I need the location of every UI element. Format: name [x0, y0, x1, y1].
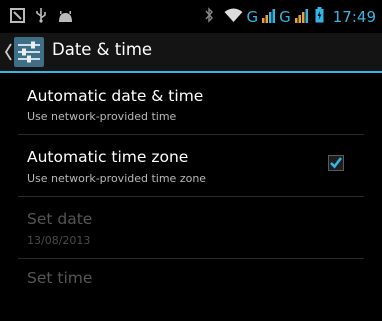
network-type-label: G [279, 7, 291, 26]
setting-set-time: Set time [0, 259, 382, 321]
setting-summary: 13/08/2013 [27, 234, 91, 247]
automatic-time-zone-checkbox[interactable] [328, 155, 344, 171]
settings-sliders-icon[interactable] [13, 36, 45, 68]
status-bar-time: 17:49 [332, 8, 376, 26]
setting-summary: Use network-provided time [27, 110, 177, 123]
setting-title: Set time [27, 269, 93, 287]
setting-automatic-date-time[interactable]: Automatic date & time Use network-provid… [0, 73, 382, 135]
usb-icon [35, 7, 47, 27]
network-type-label: G [246, 7, 259, 26]
status-bar-system-icons: G G 17:49 [204, 5, 376, 29]
bluetooth-icon [204, 7, 214, 27]
signal-icon [262, 8, 276, 27]
battery-icon [315, 7, 324, 27]
setting-title: Set date [27, 210, 93, 228]
setting-title: Automatic time zone [27, 148, 189, 166]
notification-icon [10, 7, 25, 27]
android-debug-icon [57, 8, 74, 27]
signal-icon [294, 8, 308, 27]
action-bar: Date & time [0, 33, 382, 71]
setting-automatic-time-zone[interactable]: Automatic time zone Use network-provided… [0, 135, 382, 197]
status-bar-notifications [10, 7, 74, 27]
setting-set-date: Set date 13/08/2013 [0, 197, 382, 259]
status-bar: G G 17:49 [0, 0, 382, 33]
chevron-left-icon[interactable] [4, 42, 12, 66]
page-title: Date & time [52, 40, 153, 59]
setting-summary: Use network-provided time zone [27, 172, 207, 185]
setting-title: Automatic date & time [27, 87, 204, 105]
wifi-icon [224, 8, 243, 27]
